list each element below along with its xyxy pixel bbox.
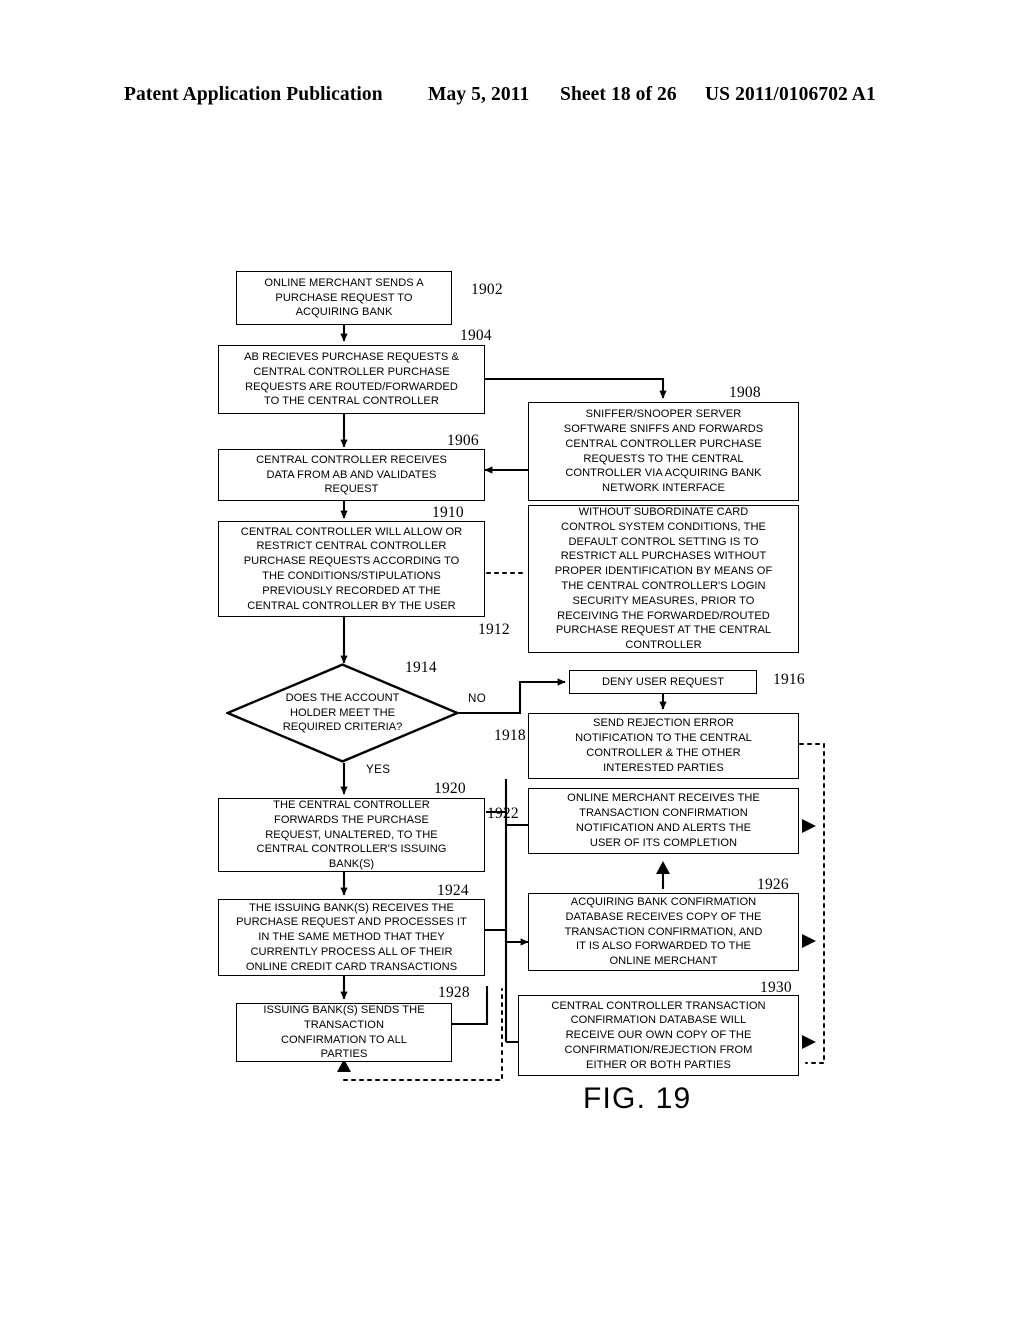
node-1924[interactable]: THE ISSUING BANK(S) RECEIVES THE PURCHAS… bbox=[218, 899, 485, 976]
node-1916-text: DENY USER REQUEST bbox=[601, 675, 725, 688]
node-1918-text: SEND REJECTION ERROR NOTIFICATION TO THE… bbox=[575, 717, 752, 774]
ref-numeral-1914: 1914 bbox=[405, 659, 437, 676]
node-1912[interactable]: WITHOUT SUBORDINATE CARD CONTROL SYSTEM … bbox=[528, 505, 799, 653]
node-1928-text: ISSUING BANK(S) SENDS THE TRANSACTION CO… bbox=[263, 1003, 425, 1061]
node-1918[interactable]: SEND REJECTION ERROR NOTIFICATION TO THE… bbox=[528, 713, 799, 779]
ref-numeral-1922: 1922 bbox=[487, 805, 519, 822]
ref-numeral-1930: 1930 bbox=[760, 979, 792, 996]
flowchart-figure-19: ONLINE MERCHANT SENDS A PURCHASE REQUEST… bbox=[0, 0, 1024, 1320]
node-1916[interactable]: DENY USER REQUEST bbox=[569, 670, 757, 694]
ref-numeral-1912: 1912 bbox=[478, 621, 510, 638]
node-1920-text: THE CENTRAL CONTROLLER FORWARDS THE PURC… bbox=[256, 799, 447, 871]
ref-numeral-1908: 1908 bbox=[729, 384, 761, 401]
ref-numeral-1918: 1918 bbox=[494, 727, 526, 744]
node-1922[interactable]: ONLINE MERCHANT RECEIVES THE TRANSACTION… bbox=[528, 788, 799, 854]
ref-numeral-1926: 1926 bbox=[757, 876, 789, 893]
node-1914-decision[interactable]: DOES THE ACCOUNT HOLDER MEET THE REQUIRE… bbox=[226, 663, 459, 763]
node-1910-text: CENTRAL CONTROLLER WILL ALLOW OR RESTRIC… bbox=[240, 525, 463, 612]
ref-numeral-1904: 1904 bbox=[460, 327, 492, 344]
ref-numeral-1906: 1906 bbox=[447, 432, 479, 449]
node-1922-text: ONLINE MERCHANT RECEIVES THE TRANSACTION… bbox=[567, 792, 760, 849]
node-1906[interactable]: CENTRAL CONTROLLER RECEIVES DATA FROM AB… bbox=[218, 449, 485, 501]
node-1902-text: ONLINE MERCHANT SENDS A PURCHASE REQUEST… bbox=[264, 276, 424, 319]
node-1926-text: ACQUIRING BANK CONFIRMATION DATABASE REC… bbox=[564, 896, 763, 968]
figure-caption: FIG. 19 bbox=[583, 1082, 692, 1115]
node-1902[interactable]: ONLINE MERCHANT SENDS A PURCHASE REQUEST… bbox=[236, 271, 452, 325]
node-1908[interactable]: SNIFFER/SNOOPER SERVER SOFTWARE SNIFFS A… bbox=[528, 402, 799, 501]
dotted-arrowheads bbox=[802, 819, 816, 1049]
branch-label-yes: YES bbox=[366, 763, 391, 776]
ref-numeral-1924: 1924 bbox=[437, 882, 469, 899]
node-1904[interactable]: AB RECIEVES PURCHASE REQUESTS & CENTRAL … bbox=[218, 345, 485, 414]
node-1924-text: THE ISSUING BANK(S) RECEIVES THE PURCHAS… bbox=[236, 901, 467, 973]
node-1904-text: AB RECIEVES PURCHASE REQUESTS & CENTRAL … bbox=[244, 350, 459, 408]
node-1910[interactable]: CENTRAL CONTROLLER WILL ALLOW OR RESTRIC… bbox=[218, 521, 485, 617]
flowchart-connectors bbox=[337, 325, 825, 1081]
branch-label-no: NO bbox=[468, 692, 487, 705]
ref-numeral-1910: 1910 bbox=[432, 504, 464, 521]
node-1928[interactable]: ISSUING BANK(S) SENDS THE TRANSACTION CO… bbox=[236, 1003, 452, 1062]
node-1908-text: SNIFFER/SNOOPER SERVER SOFTWARE SNIFFS A… bbox=[563, 408, 764, 495]
ref-numeral-1902: 1902 bbox=[471, 281, 503, 298]
node-1912-text: WITHOUT SUBORDINATE CARD CONTROL SYSTEM … bbox=[554, 506, 773, 652]
ref-numeral-1928: 1928 bbox=[438, 984, 470, 1001]
node-1926[interactable]: ACQUIRING BANK CONFIRMATION DATABASE REC… bbox=[528, 893, 799, 971]
node-1930[interactable]: CENTRAL CONTROLLER TRANSACTION CONFIRMAT… bbox=[518, 995, 799, 1076]
node-1920[interactable]: THE CENTRAL CONTROLLER FORWARDS THE PURC… bbox=[218, 798, 485, 872]
node-1906-text: CENTRAL CONTROLLER RECEIVES DATA FROM AB… bbox=[256, 453, 447, 496]
ref-numeral-1920: 1920 bbox=[434, 780, 466, 797]
node-1930-text: CENTRAL CONTROLLER TRANSACTION CONFIRMAT… bbox=[551, 999, 766, 1071]
ref-numeral-1916: 1916 bbox=[773, 671, 805, 688]
node-1914-text: DOES THE ACCOUNT HOLDER MEET THE REQUIRE… bbox=[282, 691, 403, 734]
